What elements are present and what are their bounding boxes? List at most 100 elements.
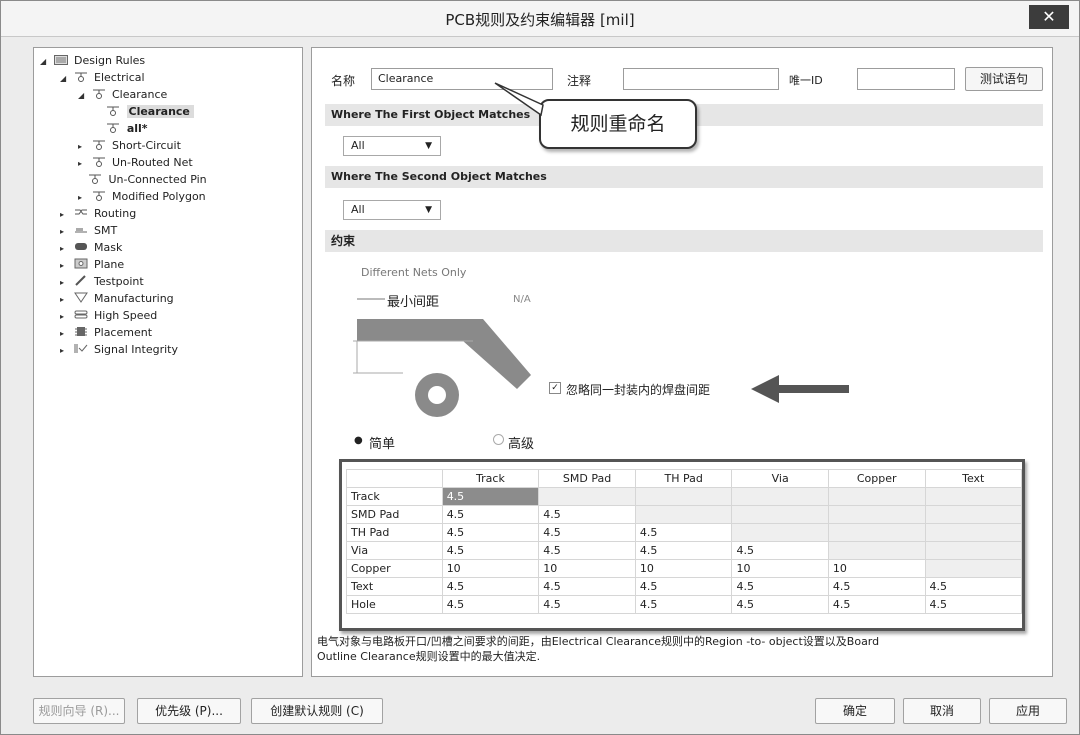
tree-item-modified-polygon[interactable]: ▸ Modified Polygon xyxy=(78,188,206,205)
expand-icon[interactable]: ▸ xyxy=(60,240,70,257)
matrix-cell[interactable]: 4.5 xyxy=(731,541,829,560)
tree-item-label: High Speed xyxy=(94,309,158,322)
collapse-icon[interactable]: ◢ xyxy=(40,53,50,70)
test-query-button[interactable]: 测试语句 xyxy=(965,67,1043,91)
cancel-button[interactable]: 取消 xyxy=(903,698,981,724)
comment-input[interactable] xyxy=(623,68,779,90)
expand-icon[interactable]: ▸ xyxy=(60,274,70,291)
tree-item-manufacturing[interactable]: ▸ Manufacturing xyxy=(60,290,174,307)
row-header: TH Pad xyxy=(346,523,443,542)
tree-item-plane[interactable]: ▸ Plane xyxy=(60,256,124,273)
radio-advanced-icon[interactable] xyxy=(493,434,504,445)
tree-item-short-circuit[interactable]: ▸ Short-Circuit xyxy=(78,137,181,154)
table-row: Copper 10 10 10 10 10 xyxy=(346,559,1022,578)
apply-button[interactable]: 应用 xyxy=(989,698,1067,724)
tree-item-clearance-rule[interactable]: Clearance xyxy=(106,103,194,120)
expand-icon[interactable]: ▸ xyxy=(60,206,70,223)
name-label: 名称 xyxy=(331,74,356,88)
tree-item-design-rules[interactable]: ◢ Design Rules xyxy=(40,52,145,69)
expand-icon[interactable]: ▸ xyxy=(78,189,88,206)
expand-icon[interactable]: ▸ xyxy=(60,308,70,325)
matrix-cell[interactable]: 10 xyxy=(731,559,829,578)
matrix-cell[interactable]: 10 xyxy=(441,559,540,578)
matrix-cell[interactable]: 10 xyxy=(827,559,926,578)
matrix-cell[interactable]: 4.5 xyxy=(441,577,540,596)
tree-item-electrical[interactable]: ◢ Electrical xyxy=(60,69,145,86)
min-clearance-label: 最小间距 xyxy=(387,295,440,310)
tree-item-routing[interactable]: ▸ Routing xyxy=(60,205,136,222)
smt-icon xyxy=(74,228,87,233)
matrix-cell[interactable]: 4.5 xyxy=(634,577,733,596)
matrix-cell[interactable]: 4.5 xyxy=(538,577,636,596)
first-object-select[interactable]: All ▼ xyxy=(343,136,441,156)
tree-item-placement[interactable]: ▸ Placement xyxy=(60,324,152,341)
tree-item-clearance[interactable]: ◢ Clearance xyxy=(78,86,167,103)
matrix-cell[interactable]: 4.5 xyxy=(441,523,540,542)
priorities-button[interactable]: 优先级 (P)... xyxy=(137,698,241,724)
callout-pointer xyxy=(494,82,544,117)
matrix-cell[interactable]: 4.5 xyxy=(827,595,926,614)
expand-icon[interactable]: ▸ xyxy=(60,257,70,274)
matrix-cell[interactable]: 4.5 xyxy=(441,487,540,506)
expand-icon[interactable]: ▸ xyxy=(60,325,70,342)
tree-item-un-connected-pin[interactable]: Un-Connected Pin xyxy=(88,171,207,188)
matrix-cell[interactable]: 4.5 xyxy=(538,505,636,524)
min-clearance-value[interactable]: N/A xyxy=(513,294,531,305)
expand-icon[interactable]: ▸ xyxy=(78,155,88,172)
second-object-select[interactable]: All ▼ xyxy=(343,200,441,220)
matrix-cell[interactable]: 4.5 xyxy=(924,595,1022,614)
matrix-cell[interactable]: 4.5 xyxy=(538,541,636,560)
expand-icon[interactable]: ▸ xyxy=(78,138,88,155)
matrix-cell[interactable]: 4.5 xyxy=(441,505,540,524)
expand-icon[interactable]: ▸ xyxy=(60,291,70,308)
matrix-cell[interactable]: 10 xyxy=(538,559,636,578)
create-default-rules-button[interactable]: 创建默认规则 (C) xyxy=(251,698,383,724)
placement-icon xyxy=(74,327,87,336)
tree-item-label: SMT xyxy=(94,224,118,237)
second-object-value: All xyxy=(351,203,365,216)
matrix-cell[interactable]: 4.5 xyxy=(924,577,1022,596)
close-button[interactable]: ✕ xyxy=(1029,5,1069,29)
tree-item-all[interactable]: all* xyxy=(106,120,148,137)
row-header: Text xyxy=(346,577,443,596)
tree-item-label: Manufacturing xyxy=(94,292,174,305)
tree-item-un-routed-net[interactable]: ▸ Un-Routed Net xyxy=(78,154,193,171)
collapse-icon[interactable]: ◢ xyxy=(78,87,88,104)
unique-id-label: 唯一ID xyxy=(789,74,823,87)
clearance-illustration xyxy=(353,298,531,417)
tree-item-testpoint[interactable]: ▸ Testpoint xyxy=(60,273,144,290)
matrix-cell[interactable]: 4.5 xyxy=(827,577,926,596)
matrix-cell[interactable]: 10 xyxy=(634,559,733,578)
expand-icon[interactable]: ▸ xyxy=(60,223,70,240)
matrix-cell xyxy=(924,523,1022,542)
rule-wizard-button[interactable]: 规则向导 (R)... xyxy=(33,698,125,724)
tree-item-high-speed[interactable]: ▸ High Speed xyxy=(60,307,157,324)
high-speed-icon xyxy=(74,310,87,319)
matrix-cell[interactable]: 4.5 xyxy=(634,595,733,614)
expand-icon[interactable]: ▸ xyxy=(60,342,70,359)
matrix-cell[interactable]: 4.5 xyxy=(538,595,636,614)
tree-item-smt[interactable]: ▸ SMT xyxy=(60,222,117,239)
collapse-icon[interactable]: ◢ xyxy=(60,70,70,87)
matrix-cell xyxy=(731,487,829,506)
ok-button[interactable]: 确定 xyxy=(815,698,895,724)
tree-item-label: Short-Circuit xyxy=(112,139,181,152)
column-header: Text xyxy=(924,469,1022,488)
matrix-cell[interactable]: 4.5 xyxy=(538,523,636,542)
tree-item-signal-integrity[interactable]: ▸ Signal Integrity xyxy=(60,341,178,358)
ignore-pads-checkbox[interactable]: ✓ xyxy=(549,382,561,394)
matrix-cell[interactable]: 4.5 xyxy=(441,595,540,614)
matrix-cell[interactable]: 4.5 xyxy=(441,541,540,560)
radio-simple-icon[interactable]: ● xyxy=(354,435,363,446)
tree-item-mask[interactable]: ▸ Mask xyxy=(60,239,122,256)
matrix-cell[interactable]: 4.5 xyxy=(731,595,829,614)
matrix-cell xyxy=(634,487,733,506)
tree-item-label: Signal Integrity xyxy=(94,343,178,356)
tree-item-label: Design Rules xyxy=(74,54,146,67)
matrix-cell[interactable]: 4.5 xyxy=(634,523,733,542)
matrix-cell[interactable]: 4.5 xyxy=(634,541,733,560)
matrix-corner xyxy=(346,469,443,488)
tree-item-label: Placement xyxy=(94,326,153,339)
unique-id-input[interactable] xyxy=(857,68,955,90)
matrix-cell[interactable]: 4.5 xyxy=(731,577,829,596)
